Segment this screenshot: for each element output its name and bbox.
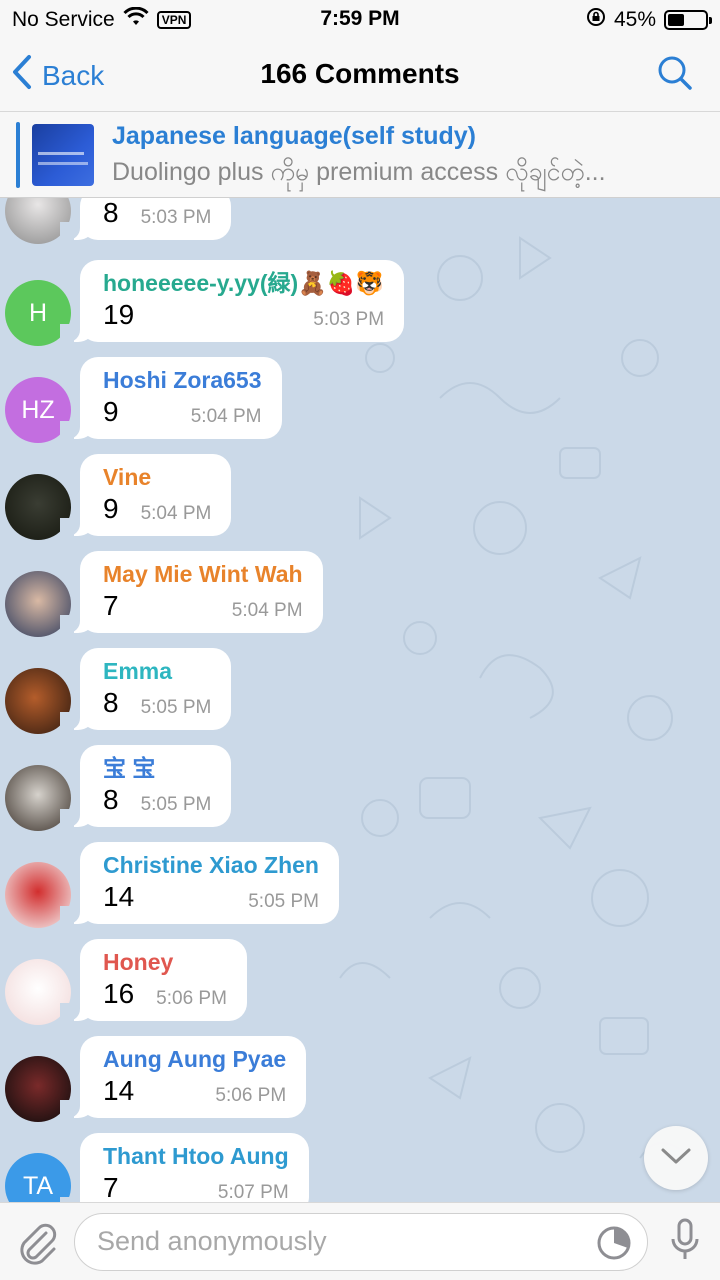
message-input-bar bbox=[0, 1202, 720, 1280]
search-icon bbox=[656, 56, 694, 96]
comment-content-row: 7 5:07 PM bbox=[103, 1171, 289, 1202]
comment-author[interactable]: Honey bbox=[103, 947, 227, 977]
chevron-down-icon bbox=[660, 1146, 692, 1171]
rotation-lock-icon bbox=[586, 7, 606, 33]
timer-button[interactable] bbox=[595, 1224, 633, 1267]
comment-time: 5:07 PM bbox=[217, 1182, 289, 1202]
paperclip-icon bbox=[16, 1223, 60, 1271]
comments-list[interactable]: 8 5:03 PM Hhoneeeee-y.yy(緑)🧸🍓🐯 19 5:03 PM HZ H… bbox=[0, 198, 720, 1202]
timer-icon bbox=[595, 1226, 633, 1266]
comment-content-row: 14 5:06 PM bbox=[103, 1074, 286, 1108]
comment-bubble[interactable]: May Mie Wint Wah 7 5:04 PM bbox=[60, 551, 323, 633]
status-right: 45% bbox=[586, 7, 712, 33]
pinned-accent-bar bbox=[16, 122, 20, 188]
comment-author[interactable]: Christine Xiao Zhen bbox=[103, 850, 319, 880]
comment-time: 5:06 PM bbox=[156, 988, 227, 1009]
comment-content-row: 8 5:05 PM bbox=[103, 783, 211, 817]
battery-icon bbox=[664, 10, 712, 30]
message-input[interactable] bbox=[97, 1226, 577, 1257]
comment-time: 5:03 PM bbox=[313, 309, 385, 330]
comment-bubble[interactable]: Aung Aung Pyae 14 5:06 PM bbox=[59, 1036, 307, 1118]
comment-author[interactable]: Aung Aung Pyae bbox=[103, 1044, 286, 1074]
attach-button[interactable] bbox=[16, 1219, 60, 1272]
message-field bbox=[74, 1213, 648, 1271]
comment-bubble[interactable]: Thant Htoo Aung 7 5:07 PM bbox=[60, 1133, 309, 1202]
comment-content-row: 7 5:04 PM bbox=[103, 589, 303, 623]
search-button[interactable] bbox=[656, 54, 694, 97]
comment-author[interactable]: honeeeee-y.yy(緑)🧸🍓🐯 bbox=[103, 268, 384, 298]
comment-time: 5:04 PM bbox=[231, 600, 303, 621]
comment-content-row: 8 5:03 PM bbox=[103, 198, 211, 230]
comment-text: 8 bbox=[103, 784, 119, 815]
comment-author[interactable]: Emma bbox=[103, 656, 211, 686]
voice-button[interactable] bbox=[670, 1217, 700, 1268]
comment-content-row: 19 5:03 PM bbox=[103, 298, 384, 332]
comment-text: 8 bbox=[103, 687, 119, 718]
comment-bubble[interactable]: 8 5:03 PM bbox=[59, 198, 232, 240]
comment-time: 5:05 PM bbox=[140, 697, 212, 718]
page-title: 166 Comments bbox=[260, 58, 460, 89]
comment-time: 5:05 PM bbox=[248, 891, 319, 912]
comment-text: 16 bbox=[103, 978, 135, 1009]
comment-text: 8 bbox=[103, 198, 119, 228]
microphone-icon bbox=[670, 1218, 700, 1267]
scroll-to-bottom-button[interactable] bbox=[644, 1126, 708, 1190]
comment-text: 14 bbox=[103, 881, 135, 912]
comment-text: 9 bbox=[103, 493, 119, 524]
battery-percent: 45% bbox=[613, 8, 656, 31]
comment-content-row: 9 5:04 PM bbox=[103, 395, 262, 429]
pinned-preview-text: Duolingo plus ကိုမှ premium access လိုချ… bbox=[112, 158, 606, 186]
comment-bubble[interactable]: Christine Xiao Zhen 14 5:05 PM bbox=[60, 842, 339, 924]
comment-author[interactable]: Thant Htoo Aung bbox=[103, 1141, 289, 1171]
comment-bubble[interactable]: Hoshi Zora653 9 5:04 PM bbox=[60, 357, 282, 439]
pinned-title: Japanese language(self study) bbox=[112, 122, 477, 150]
comment-text: 7 bbox=[103, 1172, 119, 1202]
comment-bubble[interactable]: Vine 9 5:04 PM bbox=[59, 454, 232, 536]
comment-bubble[interactable]: honeeeee-y.yy(緑)🧸🍓🐯 19 5:03 PM bbox=[59, 260, 405, 342]
comment-author[interactable]: 宝 宝 bbox=[103, 753, 211, 783]
status-bar: No Service VPN 7:59 PM 45% bbox=[0, 0, 720, 36]
comment-time: 5:04 PM bbox=[190, 406, 262, 427]
pinned-thumbnail bbox=[32, 124, 94, 186]
comment-time: 5:04 PM bbox=[140, 503, 212, 524]
comment-content-row: 16 5:06 PM bbox=[103, 977, 227, 1011]
comment-time: 5:03 PM bbox=[140, 207, 212, 228]
comment-content-row: 14 5:05 PM bbox=[103, 880, 319, 914]
comment-bubble[interactable]: Emma 8 5:05 PM bbox=[59, 648, 232, 730]
navigation-bar: Back 166 Comments bbox=[0, 36, 720, 112]
comment-text: 7 bbox=[103, 590, 119, 621]
comment-content-row: 9 5:04 PM bbox=[103, 492, 211, 526]
pinned-post[interactable]: Japanese language(self study) Duolingo p… bbox=[0, 112, 720, 198]
comment-author[interactable]: Vine bbox=[103, 462, 211, 492]
comment-bubble[interactable]: 宝 宝 8 5:05 PM bbox=[59, 745, 232, 827]
comment-text: 9 bbox=[103, 396, 119, 427]
comment-text: 19 bbox=[103, 299, 135, 330]
comment-author[interactable]: May Mie Wint Wah bbox=[103, 559, 303, 589]
comment-bubble[interactable]: Honey 16 5:06 PM bbox=[60, 939, 247, 1021]
comment-content-row: 8 5:05 PM bbox=[103, 686, 211, 720]
comment-time: 5:05 PM bbox=[140, 794, 212, 815]
comment-text: 14 bbox=[103, 1075, 135, 1106]
comment-author[interactable]: Hoshi Zora653 bbox=[103, 365, 262, 395]
comment-time: 5:06 PM bbox=[215, 1085, 287, 1106]
